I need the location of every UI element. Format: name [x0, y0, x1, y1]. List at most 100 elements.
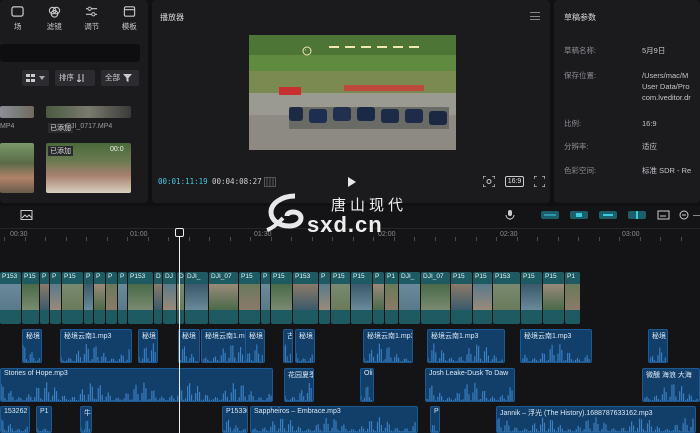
video-clip[interactable]: P: [118, 272, 127, 324]
audio-clip-label: 秘境云南1.mp3: [524, 333, 572, 340]
toolbar-template[interactable]: 模板: [122, 5, 137, 36]
audio-clip[interactable]: 牛: [80, 406, 92, 433]
split-icon[interactable]: [0, 210, 10, 220]
audio-clip-label: P15330: [226, 408, 248, 415]
video-clip[interactable]: P: [94, 272, 105, 324]
video-clip[interactable]: D: [154, 272, 162, 324]
audio-clip[interactable]: 秘境: [22, 329, 42, 363]
video-clip[interactable]: DJI_07: [209, 272, 238, 324]
time-ruler[interactable]: 00:30 01:00 01:30 02:00 02:30 03:00: [0, 228, 700, 241]
video-clip[interactable]: DJ: [163, 272, 176, 324]
audio-clip[interactable]: Oli: [360, 368, 374, 402]
toolbar-scene[interactable]: 场: [11, 5, 24, 36]
play-icon[interactable]: [348, 177, 356, 187]
video-clip[interactable]: P153: [0, 272, 21, 324]
video-clip[interactable]: P15: [473, 272, 492, 324]
editor-window: 场 滤镜 调节 模板 排序 全部 MP4 已添加 DJI_0717.MP4 已添…: [0, 0, 700, 433]
clip-thumbnail: [84, 284, 93, 310]
audio-clip[interactable]: Sappheiros – Embrace.mp3: [250, 406, 418, 433]
audio-clip[interactable]: Jannik – 浮光 (The History).1688787633162.…: [496, 406, 696, 433]
video-clip[interactable]: P15: [22, 272, 39, 324]
zoom-out-icon[interactable]: [677, 210, 691, 220]
playhead-handle[interactable]: [175, 228, 184, 237]
image-icon[interactable]: [20, 210, 34, 220]
video-clip[interactable]: P: [319, 272, 330, 324]
clip-thumbnail: [209, 284, 238, 310]
video-clip[interactable]: P15: [521, 272, 542, 324]
video-clip[interactable]: DJI_: [399, 272, 420, 324]
linkage-icon[interactable]: [599, 210, 617, 220]
clip-label: P153: [130, 273, 146, 280]
menu-icon[interactable]: [530, 12, 540, 20]
video-clip[interactable]: DJI_: [185, 272, 208, 324]
video-clip[interactable]: P15: [271, 272, 292, 324]
preview-axis-icon[interactable]: [628, 210, 646, 220]
audio-clip[interactable]: P1: [430, 406, 440, 433]
clip-label: P: [375, 273, 380, 280]
zoom-slider[interactable]: [693, 215, 700, 216]
magnet-icon[interactable]: [570, 210, 588, 220]
video-clip[interactable]: P: [50, 272, 61, 324]
audio-clip[interactable]: 秘境: [138, 329, 158, 363]
sort-button[interactable]: 排序: [55, 70, 95, 86]
video-clip[interactable]: P153: [493, 272, 520, 324]
video-clip[interactable]: P: [373, 272, 384, 324]
audio-clip[interactable]: P1: [36, 406, 52, 433]
video-clip[interactable]: P1: [385, 272, 398, 324]
clip-thumbnail: [154, 284, 162, 310]
microphone-icon[interactable]: [503, 210, 517, 220]
playhead[interactable]: [175, 228, 184, 433]
ratio-button[interactable]: 16:9: [505, 176, 524, 187]
audio-clip[interactable]: 秘境云南1.mp3: [60, 329, 132, 363]
audio-clip[interactable]: 花园夏季: [284, 368, 314, 402]
media-thumbnail[interactable]: [46, 106, 131, 118]
audio-clip[interactable]: 秘境: [245, 329, 265, 363]
video-clip[interactable]: DJI_07: [421, 272, 450, 324]
video-clip[interactable]: P15: [351, 272, 372, 324]
clip-thumbnail: [239, 284, 260, 310]
video-clip[interactable]: P153: [128, 272, 153, 324]
fullscreen-icon[interactable]: [534, 176, 545, 187]
clip-thumbnail: [50, 284, 61, 310]
audio-clip[interactable]: 153262: [0, 406, 30, 433]
all-filter-button[interactable]: 全部: [101, 70, 139, 86]
video-clip[interactable]: P15: [543, 272, 564, 324]
clip-label: P: [321, 273, 326, 280]
video-preview[interactable]: ·: [249, 35, 456, 150]
audio-clip[interactable]: P15330: [222, 406, 248, 433]
link-main-track-icon[interactable]: [541, 210, 559, 220]
param-row: 分辨率: 适应: [564, 141, 700, 152]
video-clip[interactable]: P15: [451, 272, 472, 324]
audio-clip[interactable]: Josh Leake-Dusk To Daw: [425, 368, 515, 402]
audio-clip[interactable]: Stories of Hope.mp3: [0, 368, 273, 402]
video-clip[interactable]: P: [40, 272, 49, 324]
audio-clip[interactable]: 秘境云南1.mp3: [520, 329, 592, 363]
video-clip[interactable]: P15: [239, 272, 260, 324]
video-clip[interactable]: P: [84, 272, 93, 324]
audio-clip[interactable]: 秘境: [295, 329, 315, 363]
audio-clip[interactable]: 秘境: [178, 329, 200, 363]
toolbar-filter[interactable]: 滤镜: [47, 5, 62, 36]
audio-clip[interactable]: 秘境云南1.mp3: [363, 329, 413, 363]
video-clip[interactable]: P1: [565, 272, 580, 324]
toolbar-label: 模板: [121, 22, 137, 31]
video-clip[interactable]: P153: [293, 272, 318, 324]
video-clip[interactable]: P15: [331, 272, 350, 324]
audio-clip[interactable]: 秘境: [648, 329, 668, 363]
frames-icon[interactable]: [264, 177, 276, 187]
view-toggle-button[interactable]: [22, 70, 49, 86]
video-clip[interactable]: P15: [62, 272, 83, 324]
media-thumbnail[interactable]: [0, 106, 34, 118]
current-timecode: 00:01:11:19: [158, 177, 208, 186]
toolbar-adjust[interactable]: 调节: [84, 5, 99, 36]
audio-clip[interactable]: 秘境云南1.mp3: [427, 329, 505, 363]
fit-screen-icon[interactable]: [483, 176, 495, 187]
search-input[interactable]: [0, 44, 140, 62]
caption-icon[interactable]: [657, 210, 671, 220]
video-clip[interactable]: P: [261, 272, 270, 324]
clip-thumbnail: [293, 284, 318, 310]
media-thumbnail[interactable]: [0, 143, 34, 193]
audio-clip[interactable]: 古: [283, 329, 293, 363]
video-clip[interactable]: P: [106, 272, 117, 324]
audio-clip[interactable]: 微醺 海浪 大海: [642, 368, 700, 402]
